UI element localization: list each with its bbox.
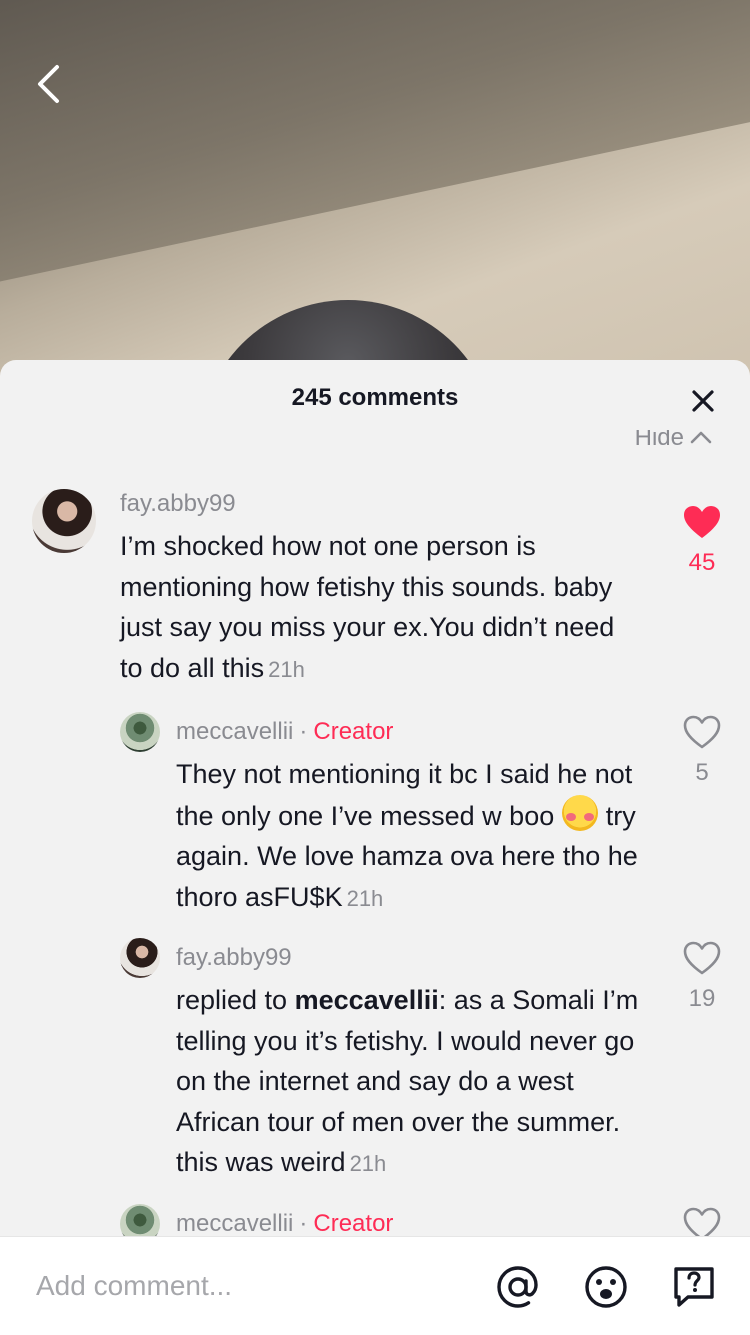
like-button[interactable] xyxy=(672,1206,732,1236)
question-button[interactable] xyxy=(670,1263,718,1311)
separator-dot: · xyxy=(299,1210,308,1236)
comment-text-block: I’m shocked how not one person is mentio… xyxy=(120,526,620,690)
back-button[interactable] xyxy=(30,60,66,108)
like-button[interactable]: 5 xyxy=(672,714,732,787)
comment-list: fay.abby99 I’m shocked how not one perso… xyxy=(0,484,750,1236)
comment-username[interactable]: fay.abby99 xyxy=(120,490,620,518)
avatar[interactable] xyxy=(120,712,160,752)
creator-badge: Creator xyxy=(313,718,394,745)
comment-username[interactable]: fay.abby99 xyxy=(176,944,656,972)
at-mention-icon xyxy=(497,1266,538,1308)
comments-sheet: 245 comments Hide fay.abby99 I’m shocked… xyxy=(0,360,750,1334)
heart-outline-icon xyxy=(683,1207,721,1236)
comment-reply-item: fay.abby99 replied to meccavellii: as a … xyxy=(0,936,750,1196)
chevron-left-icon xyxy=(38,65,59,103)
comments-header: 245 comments Hide xyxy=(0,360,750,451)
avatar[interactable] xyxy=(32,489,96,553)
like-count: 45 xyxy=(688,549,716,576)
close-button[interactable] xyxy=(686,384,720,418)
comment-username[interactable]: meccavellii xyxy=(176,1210,293,1236)
avatar[interactable] xyxy=(120,1204,160,1236)
close-icon xyxy=(692,390,714,412)
mention-button[interactable] xyxy=(494,1263,542,1311)
comment-text: I’m shocked how not one person is mentio… xyxy=(120,531,615,683)
separator-dot: · xyxy=(299,718,308,745)
comment-text-block: replied to meccavellii: as a Somali I’m … xyxy=(176,980,656,1185)
like-button[interactable]: 19 xyxy=(672,940,732,1013)
smiling-face-with-hearts-icon xyxy=(561,794,598,831)
heart-outline-icon xyxy=(683,715,721,749)
heart-filled-icon xyxy=(684,506,720,538)
comment-time: 21h xyxy=(268,656,305,682)
like-count: 19 xyxy=(688,985,716,1012)
emoji-button[interactable] xyxy=(582,1263,630,1311)
comment-time: 21h xyxy=(349,1151,387,1176)
replied-prefix: replied to xyxy=(176,985,288,1015)
comment-count-title: 245 comments xyxy=(291,384,459,411)
comment-input-bar xyxy=(0,1236,750,1335)
avatar[interactable] xyxy=(120,938,160,978)
hide-replies-link[interactable]: Hide xyxy=(635,430,712,452)
comment-reply-item: meccavellii · Creator xyxy=(0,1202,750,1236)
video-ceiling xyxy=(0,0,750,290)
comment-reply-item: meccavellii · Creator They not mentioning … xyxy=(0,710,750,920)
question-icon xyxy=(674,1267,714,1307)
like-button[interactable]: 45 xyxy=(672,504,732,577)
replied-username[interactable]: meccavellii xyxy=(295,985,439,1015)
comment-input[interactable] xyxy=(34,1265,478,1307)
hide-label: Hide xyxy=(634,430,684,451)
comment-item: fay.abby99 I’m shocked how not one perso… xyxy=(0,484,750,694)
creator-badge: Creator xyxy=(313,1210,394,1236)
like-count: 5 xyxy=(695,759,709,786)
comment-text-block: They not mentioning it bc I said he not … xyxy=(176,754,656,919)
heart-outline-icon xyxy=(683,941,721,975)
chevron-up-icon xyxy=(690,431,712,444)
video-background xyxy=(0,0,750,380)
emoji-icon xyxy=(585,1266,627,1308)
comment-time: 21h xyxy=(346,885,384,911)
comment-username[interactable]: meccavellii xyxy=(176,718,293,745)
